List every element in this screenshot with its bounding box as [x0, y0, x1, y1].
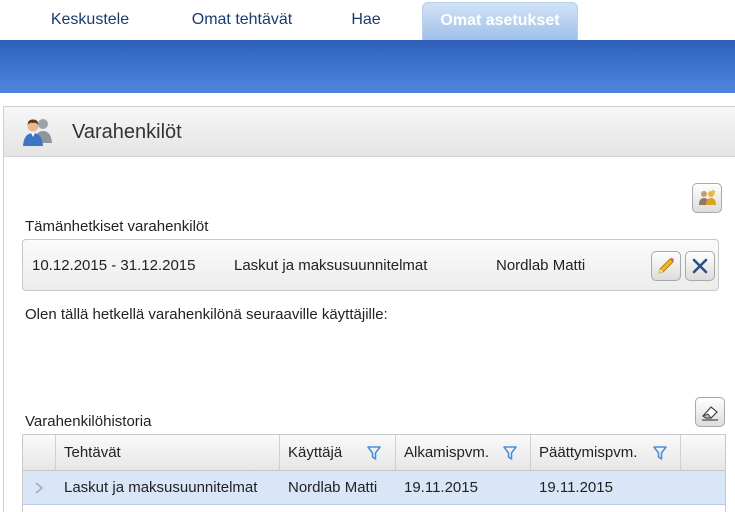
filter-icon[interactable]: [367, 446, 381, 460]
column-header-tasks[interactable]: Tehtävät: [56, 435, 280, 471]
row-task: Laskut ja maksusuunnitelmat: [64, 479, 258, 496]
delete-substitute-button[interactable]: [685, 251, 715, 281]
history-grid: Tehtävät Käyttäjä Alkamispvm. Päättymisp…: [22, 434, 726, 512]
grid-header-expander: [23, 435, 56, 471]
grid-header: Tehtävät Käyttäjä Alkamispvm. Päättymisp…: [23, 435, 725, 471]
header-banner: [0, 40, 735, 93]
history-label: Varahenkilöhistoria: [25, 413, 152, 430]
column-header-user-label: Käyttäjä: [288, 444, 343, 461]
panel-header: Varahenkilöt: [4, 107, 735, 157]
column-header-start-label: Alkamispvm.: [404, 444, 490, 461]
table-row[interactable]: Laskut ja maksusuunnitelmat Nordlab Matt…: [23, 471, 725, 505]
column-header-user[interactable]: Käyttäjä: [280, 435, 396, 471]
substitute-for-text: Olen tällä hetkellä varahenkilönä seuraa…: [25, 306, 388, 323]
filter-icon[interactable]: [503, 446, 517, 460]
row-end-date: 19.11.2015: [539, 479, 613, 496]
column-header-end-date[interactable]: Päättymispvm.: [531, 435, 681, 471]
column-header-end-label: Päättymispvm.: [539, 444, 638, 461]
column-header-start-date[interactable]: Alkamispvm.: [396, 435, 531, 471]
current-period: 10.12.2015 - 31.12.2015: [32, 257, 196, 274]
edit-substitute-button[interactable]: [651, 251, 681, 281]
clear-history-button[interactable]: [695, 397, 725, 427]
tab-keskustele[interactable]: Keskustele: [30, 2, 150, 40]
main-tabs: Keskustele Omat tehtävät Hae Omat asetuk…: [0, 0, 735, 40]
add-substitute-button[interactable]: [692, 183, 722, 213]
users-icon: [21, 115, 55, 149]
current-user: Nordlab Matti: [496, 257, 586, 274]
filter-icon[interactable]: [653, 446, 667, 460]
current-task: Laskut ja maksusuunnitelmat: [234, 257, 428, 274]
row-user: Nordlab Matti: [288, 479, 378, 496]
chevron-right-icon[interactable]: [34, 482, 44, 494]
current-substitutes-label: Tämänhetkiset varahenkilöt: [25, 218, 209, 235]
tab-omat-tehtavat[interactable]: Omat tehtävät: [178, 2, 306, 40]
tab-omat-asetukset[interactable]: Omat asetukset: [422, 2, 578, 40]
tab-hae[interactable]: Hae: [337, 2, 395, 40]
current-substitute-entry: 10.12.2015 - 31.12.2015 Laskut ja maksus…: [22, 239, 719, 291]
page-title: Varahenkilöt: [72, 121, 182, 143]
row-start-date: 19.11.2015: [404, 479, 478, 496]
